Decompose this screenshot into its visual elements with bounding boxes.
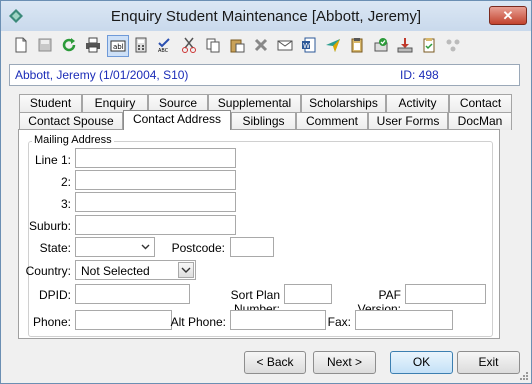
download-tray-icon[interactable] xyxy=(395,35,417,57)
country-dropdown-button[interactable] xyxy=(178,262,194,278)
postcode-label: Postcode: xyxy=(171,241,225,255)
mailing-address-title: Mailing Address xyxy=(32,134,114,146)
tab-docman[interactable]: DocMan xyxy=(448,112,512,130)
back-button[interactable]: < Back xyxy=(244,351,306,374)
alt-phone-input[interactable] xyxy=(230,310,326,330)
tab-student[interactable]: Student xyxy=(19,94,82,112)
copy-icon[interactable] xyxy=(203,35,225,57)
line3-label: 3: xyxy=(60,197,71,211)
state-label: State: xyxy=(39,241,71,255)
refresh-icon[interactable] xyxy=(59,35,81,57)
phone-label: Phone: xyxy=(32,315,71,329)
tab-siblings[interactable]: Siblings xyxy=(231,112,296,130)
svg-text:W: W xyxy=(303,42,310,50)
calculator-icon[interactable] xyxy=(131,35,153,57)
line2-input[interactable] xyxy=(75,170,236,190)
spell-check-icon[interactable]: ABC xyxy=(155,35,177,57)
student-id: ID: 498 xyxy=(400,68,439,82)
tab-contact[interactable]: Contact xyxy=(449,94,512,112)
resize-grip-icon[interactable] xyxy=(519,371,529,381)
line3-input[interactable] xyxy=(75,192,236,212)
title-bar[interactable]: Enquiry Student Maintenance [Abbott, Jer… xyxy=(1,1,531,31)
word-export-icon[interactable]: W xyxy=(299,35,321,57)
cut-icon[interactable] xyxy=(179,35,201,57)
email-icon[interactable] xyxy=(275,35,297,57)
tab-user-forms[interactable]: User Forms xyxy=(368,112,448,130)
tab-scholarships[interactable]: Scholarships xyxy=(301,94,386,112)
fax-input[interactable] xyxy=(355,310,453,330)
suburb-input[interactable] xyxy=(75,215,236,235)
dpid-label: DPID: xyxy=(38,288,71,302)
ok-button[interactable]: OK xyxy=(390,351,453,374)
approve-icon[interactable] xyxy=(371,35,393,57)
student-info-bar: Abbott, Jeremy (1/01/2004, S10) ID: 498 xyxy=(9,64,520,86)
window-title: Enquiry Student Maintenance [Abbott, Jer… xyxy=(110,8,422,25)
tab-activity[interactable]: Activity xyxy=(386,94,449,112)
new-document-icon[interactable] xyxy=(11,35,33,57)
line1-label: Line 1: xyxy=(34,153,71,167)
country-label: Country: xyxy=(25,264,71,278)
svg-text:abl: abl xyxy=(113,43,124,51)
exit-button[interactable]: Exit xyxy=(457,351,520,374)
clipboard-icon[interactable] xyxy=(347,35,369,57)
save-icon[interactable] xyxy=(35,35,57,57)
chevron-down-icon xyxy=(141,244,150,250)
alt-phone-label: Alt Phone: xyxy=(170,315,226,329)
merge-icon[interactable] xyxy=(443,35,465,57)
svg-text:ABC: ABC xyxy=(158,48,169,53)
next-button[interactable]: Next > xyxy=(313,351,376,374)
print-icon[interactable] xyxy=(83,35,105,57)
phone-input[interactable] xyxy=(75,310,172,330)
checklist-icon[interactable] xyxy=(419,35,441,57)
text-field-icon[interactable]: abl xyxy=(107,35,129,57)
delete-icon[interactable] xyxy=(251,35,273,57)
suburb-label: Suburb: xyxy=(28,219,71,233)
toolbar: abl ABC W xyxy=(9,34,521,60)
tab-comment[interactable]: Comment xyxy=(296,112,368,130)
paf-version-input[interactable] xyxy=(405,284,486,304)
send-icon[interactable] xyxy=(323,35,345,57)
tab-contact-address[interactable]: Contact Address xyxy=(123,110,231,130)
line1-input[interactable] xyxy=(75,148,236,168)
enquiry-student-window: Enquiry Student Maintenance [Abbott, Jer… xyxy=(0,0,532,384)
window-close-button[interactable]: ✕ xyxy=(489,6,527,25)
sort-plan-input[interactable] xyxy=(284,284,332,304)
postcode-input[interactable] xyxy=(230,237,274,257)
fax-label: Fax: xyxy=(327,315,351,329)
state-select[interactable] xyxy=(75,237,155,257)
student-summary: Abbott, Jeremy (1/01/2004, S10) xyxy=(15,68,189,82)
line2-label: 2: xyxy=(60,175,71,189)
country-value: Not Selected xyxy=(81,264,150,278)
paste-icon[interactable] xyxy=(227,35,249,57)
country-select[interactable]: Not Selected xyxy=(75,260,196,280)
tab-contact-spouse[interactable]: Contact Spouse xyxy=(19,112,123,130)
chevron-down-icon xyxy=(181,267,191,273)
dpid-input[interactable] xyxy=(75,284,190,304)
